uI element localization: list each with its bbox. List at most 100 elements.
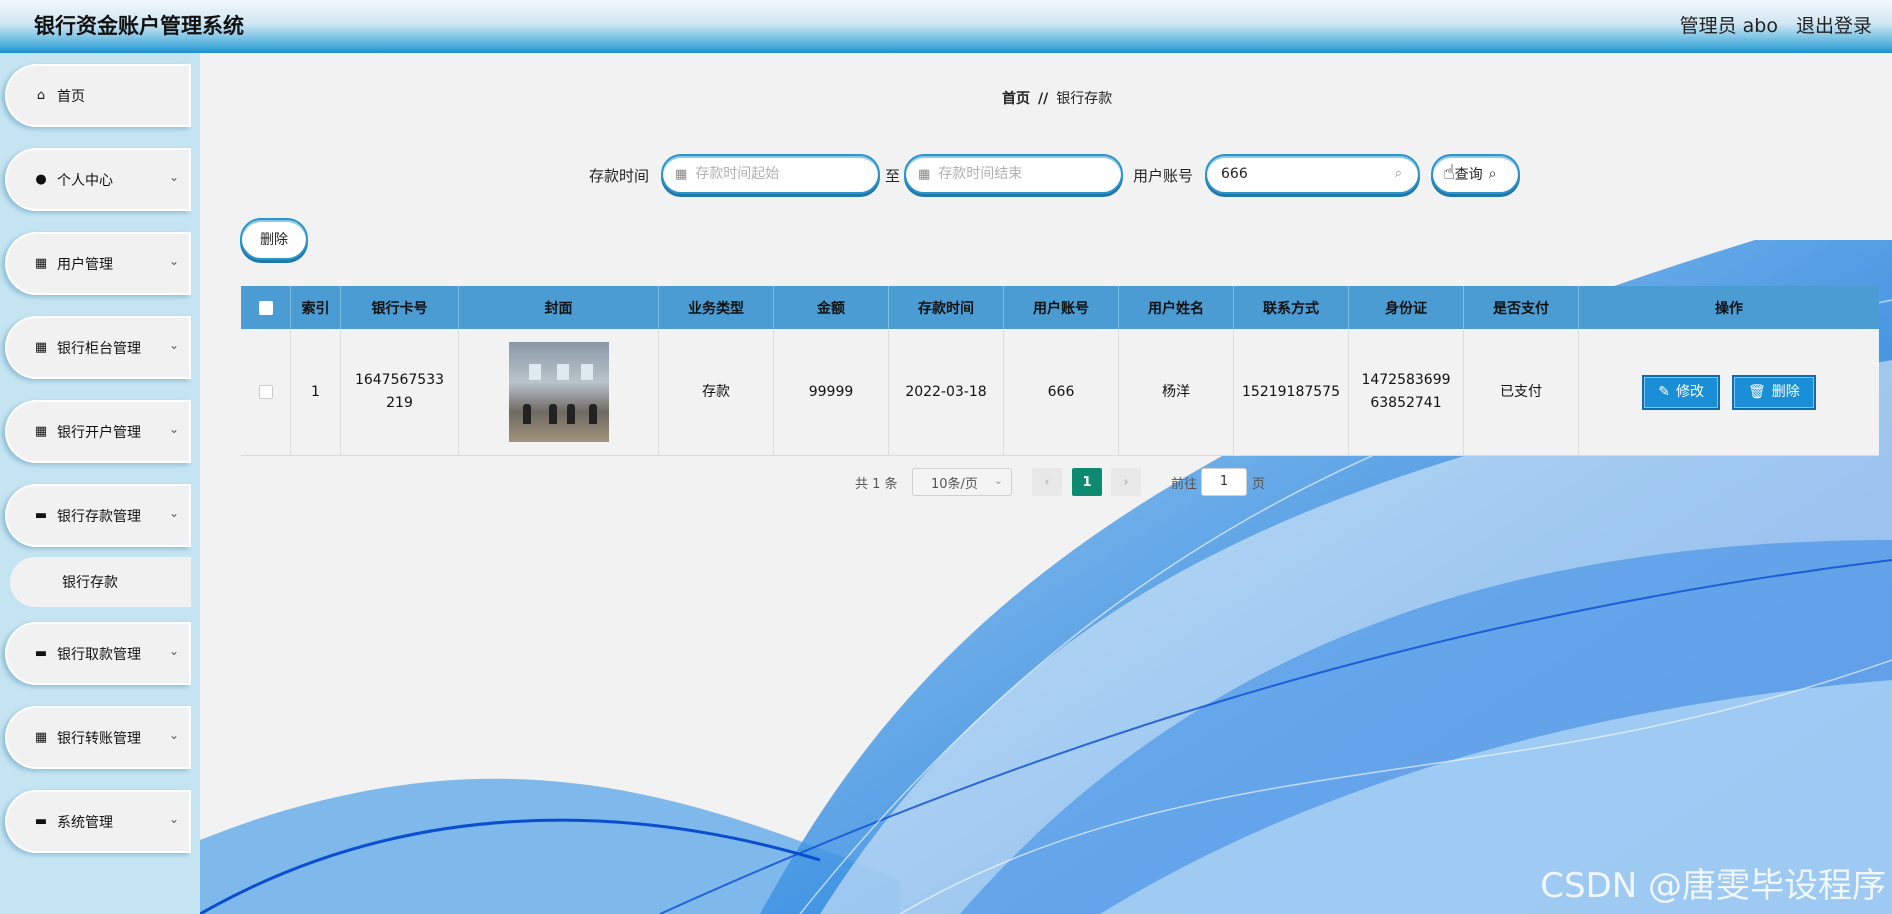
hand-cursor-icon: ☝ bbox=[1443, 160, 1456, 184]
trash-icon: 🗑 bbox=[1747, 383, 1766, 400]
sidebar-item-deposit[interactable]: ▬ 银行存款管理 ⌄ bbox=[5, 484, 191, 547]
cover-image bbox=[508, 342, 609, 442]
delete-label: 删除 bbox=[1771, 383, 1800, 400]
chevron-down-icon: ⌄ bbox=[993, 474, 1003, 487]
page-size-select[interactable]: 10条/页 ⌄ bbox=[912, 468, 1012, 496]
breadcrumb: 首页 // 银行存款 bbox=[1002, 88, 1112, 108]
id-card-cell: 147258369963852741 bbox=[1349, 329, 1464, 455]
batch-delete-button[interactable]: 删除 bbox=[240, 218, 308, 260]
sidebar-item-account-opening[interactable]: ▦ 银行开户管理 ⌄ bbox=[5, 400, 191, 463]
chevron-down-icon: ⌄ bbox=[168, 506, 179, 520]
user-icon: ● bbox=[35, 172, 47, 187]
header-cell: 是否支付 bbox=[1464, 286, 1579, 329]
page-size-value: 10条/页 bbox=[931, 476, 978, 492]
account-label: 用户账号 bbox=[1133, 167, 1194, 185]
chevron-down-icon: ⌄ bbox=[168, 812, 179, 826]
breadcrumb-current: 银行存款 bbox=[1056, 91, 1113, 107]
row-checkbox[interactable] bbox=[258, 385, 273, 399]
prev-page-button[interactable]: ‹ bbox=[1032, 468, 1062, 496]
start-date-field[interactable]: ▦ bbox=[661, 154, 880, 194]
next-page-button[interactable]: › bbox=[1111, 468, 1141, 496]
printer-icon: ▬ bbox=[34, 646, 48, 661]
apps-icon: ▦ bbox=[34, 730, 48, 745]
header-cell: 金额 bbox=[774, 286, 889, 329]
sidebar-item-label: 首页 bbox=[57, 88, 85, 105]
edit-label: 修改 bbox=[1675, 383, 1704, 400]
admin-label: 管理员 abo bbox=[1679, 15, 1778, 37]
delete-button[interactable]: 🗑 删除 bbox=[1731, 374, 1816, 410]
cover-cell bbox=[459, 329, 659, 455]
card-cell: 1647567533219 bbox=[341, 329, 459, 455]
account-field[interactable]: ⌕ bbox=[1205, 154, 1420, 194]
sidebar-item-counter[interactable]: ▦ 银行柜台管理 ⌄ bbox=[5, 316, 191, 379]
to-label: 至 bbox=[885, 167, 901, 185]
table-header: 索引 银行卡号 封面 业务类型 金额 存款时间 用户账号 用户姓名 联系方式 身… bbox=[241, 286, 1879, 329]
pagination-total: 共 1 条 bbox=[855, 477, 898, 492]
page-suffix-label: 页 bbox=[1252, 477, 1266, 492]
deposit-time-label: 存款时间 bbox=[589, 167, 650, 185]
name-cell: 杨洋 bbox=[1119, 329, 1234, 455]
breadcrumb-separator: // bbox=[1038, 91, 1049, 107]
sidebar-item-label: 银行柜台管理 bbox=[57, 340, 141, 357]
select-all-checkbox[interactable] bbox=[258, 300, 273, 315]
search-icon: ⌕ bbox=[1394, 166, 1402, 181]
chat-icon: ▬ bbox=[34, 814, 48, 829]
sidebar-item-users[interactable]: ▦ 用户管理 ⌄ bbox=[5, 232, 191, 295]
deposit-table: 索引 银行卡号 封面 业务类型 金额 存款时间 用户账号 用户姓名 联系方式 身… bbox=[241, 286, 1879, 456]
grid-icon: ▦ bbox=[34, 256, 48, 271]
sidebar-item-label: 银行转账管理 bbox=[57, 730, 141, 747]
search-icon: ⌕ bbox=[1488, 166, 1497, 182]
start-date-input[interactable] bbox=[693, 165, 844, 183]
calendar-icon: ▦ bbox=[675, 166, 688, 182]
chevron-down-icon: ⌄ bbox=[168, 338, 179, 352]
chevron-down-icon: ⌄ bbox=[168, 644, 179, 658]
sidebar-item-label: 用户管理 bbox=[57, 256, 113, 273]
type-cell: 存款 bbox=[659, 329, 774, 455]
sidebar: ⌂ 首页 ● 个人中心 ⌄ ▦ 用户管理 ⌄ ▦ 银行柜台管理 ⌄ ▦ 银行开户… bbox=[0, 53, 200, 914]
header-cell: 封面 bbox=[459, 286, 659, 329]
action-cell: ✎ 修改 🗑 删除 bbox=[1579, 329, 1879, 455]
monitor-icon: ▬ bbox=[34, 508, 48, 523]
goto-label: 前往 bbox=[1171, 477, 1198, 492]
edit-icon: ✎ bbox=[1658, 383, 1670, 400]
sidebar-item-label: 个人中心 bbox=[57, 172, 113, 189]
goto-page-input[interactable]: 1 bbox=[1201, 468, 1247, 496]
header-cell: 身份证 bbox=[1349, 286, 1464, 329]
breadcrumb-home[interactable]: 首页 bbox=[1002, 91, 1030, 107]
chevron-right-icon: › bbox=[1123, 474, 1129, 490]
header-cell: 银行卡号 bbox=[341, 286, 459, 329]
header-cell: 用户姓名 bbox=[1119, 286, 1234, 329]
sidebar-item-system[interactable]: ▬ 系统管理 ⌄ bbox=[5, 790, 191, 853]
sidebar-item-transfer[interactable]: ▦ 银行转账管理 ⌄ bbox=[5, 706, 191, 769]
app-title: 银行资金账户管理系统 bbox=[34, 14, 244, 38]
chevron-down-icon: ⌄ bbox=[168, 170, 179, 184]
header-cell: 操作 bbox=[1715, 300, 1743, 317]
edit-button[interactable]: ✎ 修改 bbox=[1642, 374, 1720, 410]
chevron-down-icon: ⌄ bbox=[168, 422, 179, 436]
paid-cell: 已支付 bbox=[1464, 329, 1579, 455]
header-cell: 索引 bbox=[291, 286, 341, 329]
header-cell: 存款时间 bbox=[889, 286, 1004, 329]
header-cell: 业务类型 bbox=[659, 286, 774, 329]
calendar-icon: ▦ bbox=[918, 166, 931, 182]
chevron-down-icon: ⌄ bbox=[168, 728, 179, 742]
select-all-cell bbox=[241, 286, 291, 329]
grid-icon: ▦ bbox=[34, 424, 48, 439]
sidebar-item-personal[interactable]: ● 个人中心 ⌄ bbox=[5, 148, 191, 211]
phone-cell: 15219187575 bbox=[1234, 329, 1349, 455]
account-cell: 666 bbox=[1004, 329, 1119, 455]
header-cell: 联系方式 bbox=[1234, 286, 1349, 329]
page-number-current[interactable]: 1 bbox=[1072, 468, 1102, 496]
grid-icon: ▦ bbox=[34, 340, 48, 355]
end-date-input[interactable] bbox=[936, 165, 1087, 183]
sidebar-item-withdraw[interactable]: ▬ 银行取款管理 ⌄ bbox=[5, 622, 191, 685]
sidebar-item-home[interactable]: ⌂ 首页 bbox=[5, 64, 191, 127]
logout-link[interactable]: 退出登录 bbox=[1796, 11, 1872, 38]
sidebar-subitem-deposit[interactable]: 银行存款 bbox=[10, 557, 191, 607]
end-date-field[interactable]: ▦ bbox=[904, 154, 1123, 194]
chevron-left-icon: ‹ bbox=[1044, 474, 1050, 490]
index-cell: 1 bbox=[291, 329, 341, 455]
account-input[interactable] bbox=[1219, 165, 1369, 183]
header-cell: 用户账号 bbox=[1004, 286, 1119, 329]
watermark: CSDN @唐雯毕设程序 bbox=[1540, 866, 1886, 906]
